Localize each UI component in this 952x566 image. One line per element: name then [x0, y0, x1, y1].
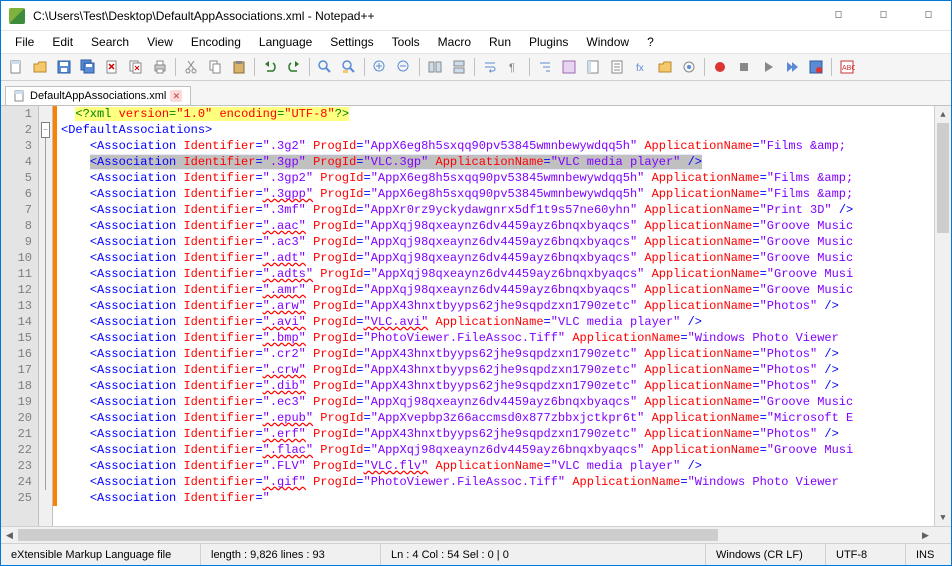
- tab-close-icon[interactable]: ✕: [170, 90, 182, 102]
- scroll-thumb-h[interactable]: [18, 529, 718, 541]
- window-title: C:\Users\Test\Desktop\DefaultAppAssociat…: [33, 9, 816, 23]
- paste-button[interactable]: [228, 56, 250, 78]
- status-length: length : 9,826 lines : 93: [201, 544, 381, 565]
- file-tab[interactable]: DefaultAppAssociations.xml ✕: [5, 86, 191, 105]
- menu-file[interactable]: File: [7, 33, 42, 51]
- file-icon: [14, 90, 26, 102]
- status-insert-mode[interactable]: INS: [906, 544, 951, 565]
- sync-h-button[interactable]: [448, 56, 470, 78]
- menu-run[interactable]: Run: [481, 33, 519, 51]
- menu-edit[interactable]: Edit: [44, 33, 81, 51]
- copy-button[interactable]: [204, 56, 226, 78]
- tab-label: DefaultAppAssociations.xml: [30, 90, 166, 102]
- menu-encoding[interactable]: Encoding: [183, 33, 249, 51]
- find-button[interactable]: [314, 56, 336, 78]
- stop-macro-button[interactable]: [733, 56, 755, 78]
- zoom-out-button[interactable]: [393, 56, 415, 78]
- horizontal-scrollbar[interactable]: ◀ ▶: [1, 526, 951, 543]
- open-file-button[interactable]: [29, 56, 51, 78]
- menu-help[interactable]: ?: [639, 33, 662, 51]
- wordwrap-button[interactable]: [479, 56, 501, 78]
- doc-map-button[interactable]: [582, 56, 604, 78]
- tabbar: DefaultAppAssociations.xml ✕: [1, 81, 951, 105]
- menu-tools[interactable]: Tools: [384, 33, 428, 51]
- undo-button[interactable]: [259, 56, 281, 78]
- play-macro-button[interactable]: [757, 56, 779, 78]
- menu-search[interactable]: Search: [83, 33, 137, 51]
- save-all-button[interactable]: [77, 56, 99, 78]
- editor-area: 1234567891011121314151617181920212223242…: [1, 105, 951, 543]
- fold-column[interactable]: −: [39, 106, 53, 526]
- spellcheck-button[interactable]: ABC: [836, 56, 858, 78]
- cut-button[interactable]: [180, 56, 202, 78]
- scroll-thumb-v[interactable]: [937, 123, 949, 233]
- close-all-button[interactable]: [125, 56, 147, 78]
- svg-text:¶: ¶: [509, 62, 515, 74]
- menu-settings[interactable]: Settings: [322, 33, 381, 51]
- maximize-button[interactable]: : [861, 1, 906, 31]
- close-button[interactable]: : [906, 1, 951, 31]
- vertical-scrollbar[interactable]: ▲ ▼: [934, 106, 951, 526]
- svg-text:fx: fx: [636, 63, 644, 74]
- show-all-chars-button[interactable]: ¶: [503, 56, 525, 78]
- status-eol[interactable]: Windows (CR LF): [706, 544, 826, 565]
- play-multi-button[interactable]: [781, 56, 803, 78]
- scroll-left-icon[interactable]: ◀: [1, 527, 18, 543]
- titlebar: C:\Users\Test\Desktop\DefaultAppAssociat…: [1, 1, 951, 31]
- minimize-button[interactable]: : [816, 1, 861, 31]
- menu-language[interactable]: Language: [251, 33, 320, 51]
- replace-button[interactable]: [338, 56, 360, 78]
- save-button[interactable]: [53, 56, 75, 78]
- menu-window[interactable]: Window: [578, 33, 637, 51]
- line-number-gutter: 1234567891011121314151617181920212223242…: [1, 106, 39, 526]
- record-macro-button[interactable]: [709, 56, 731, 78]
- sync-v-button[interactable]: [424, 56, 446, 78]
- status-filetype: eXtensible Markup Language file: [1, 544, 201, 565]
- scroll-right-icon[interactable]: ▶: [917, 527, 934, 543]
- save-macro-button[interactable]: [805, 56, 827, 78]
- monitoring-button[interactable]: [678, 56, 700, 78]
- code-editor[interactable]: 1234567891011121314151617181920212223242…: [1, 106, 951, 526]
- menu-plugins[interactable]: Plugins: [521, 33, 576, 51]
- toolbar: ¶ fx ABC: [1, 53, 951, 81]
- zoom-in-button[interactable]: [369, 56, 391, 78]
- statusbar: eXtensible Markup Language file length :…: [1, 543, 951, 565]
- code-content[interactable]: <?xml version="1.0" encoding="UTF-8"?><D…: [57, 106, 934, 526]
- indent-guide-button[interactable]: [534, 56, 556, 78]
- menu-macro[interactable]: Macro: [430, 33, 479, 51]
- app-icon: [9, 8, 25, 24]
- svg-text:ABC: ABC: [842, 65, 855, 72]
- close-file-button[interactable]: [101, 56, 123, 78]
- status-position: Ln : 4 Col : 54 Sel : 0 | 0: [381, 544, 706, 565]
- scroll-down-icon[interactable]: ▼: [935, 509, 951, 526]
- scroll-up-icon[interactable]: ▲: [935, 106, 951, 123]
- doc-list-button[interactable]: [606, 56, 628, 78]
- new-file-button[interactable]: [5, 56, 27, 78]
- func-list-button[interactable]: fx: [630, 56, 652, 78]
- print-button[interactable]: [149, 56, 171, 78]
- redo-button[interactable]: [283, 56, 305, 78]
- menu-view[interactable]: View: [139, 33, 181, 51]
- status-encoding[interactable]: UTF-8: [826, 544, 906, 565]
- folder-workspace-button[interactable]: [654, 56, 676, 78]
- udl-button[interactable]: [558, 56, 580, 78]
- menubar: FileEditSearchViewEncodingLanguageSettin…: [1, 31, 951, 53]
